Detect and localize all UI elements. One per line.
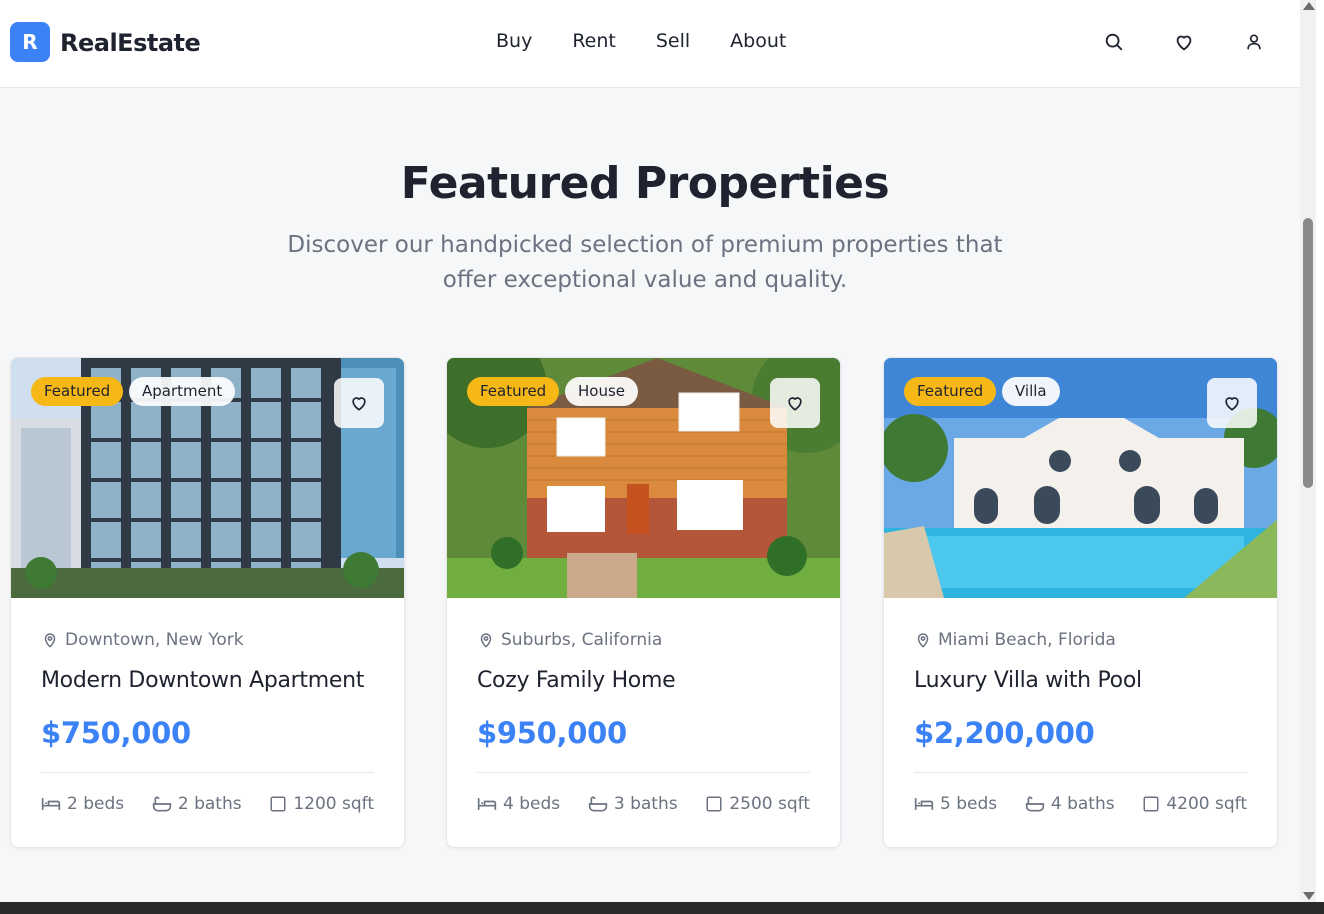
favorite-button[interactable] [770,378,820,428]
property-location: Suburbs, California [477,630,662,650]
beds-feature: 4 beds [477,794,560,814]
beds-count: 5 beds [940,794,998,814]
area-size: 4200 sqft [1166,794,1247,814]
heart-icon [1225,397,1239,411]
area-size: 1200 sqft [293,794,374,814]
property-type-badge: House [565,377,639,406]
property-card[interactable]: Featured Apartment Downtown, New York Mo… [10,357,405,848]
property-card[interactable]: Featured Villa Miami Beach, Florida Luxu… [883,357,1278,848]
bath-icon [152,796,172,812]
featured-badge: Featured [467,377,560,406]
property-location: Miami Beach, Florida [914,630,1116,650]
divider [914,772,1247,773]
heart-icon[interactable] [1171,29,1197,55]
featured-badge: Featured [904,377,997,406]
property-features: 4 beds 3 baths 2500 sqft [477,794,810,814]
scrollbar-thumb[interactable] [1303,218,1313,488]
square-icon [706,796,722,812]
beds-count: 2 beds [67,794,125,814]
location-text: Downtown, New York [65,630,244,650]
property-features: 5 beds 4 baths 4200 sqft [914,794,1247,814]
favorite-button[interactable] [334,378,384,428]
baths-count: 4 baths [1050,794,1115,814]
divider [477,772,810,773]
property-name[interactable]: Cozy Family Home [477,668,676,693]
area-feature: 1200 sqft [269,794,374,814]
baths-count: 2 baths [177,794,242,814]
map-pin-icon [44,633,56,648]
area-feature: 2500 sqft [705,794,810,814]
main-nav: Buy Rent Sell About [496,30,786,52]
beds-count: 4 beds [503,794,561,814]
featured-badge: Featured [31,377,124,406]
scroll-up-arrow[interactable] [1303,2,1315,10]
site-header: R RealEstate Buy Rent Sell About [0,0,1300,88]
map-pin-icon [917,633,929,648]
property-name[interactable]: Modern Downtown Apartment [41,668,364,693]
beds-feature: 2 beds [41,794,124,814]
vertical-scrollbar[interactable] [1300,0,1316,902]
brand-name[interactable]: RealEstate [60,29,201,57]
property-name[interactable]: Luxury Villa with Pool [914,668,1142,693]
logo-badge[interactable]: R [10,22,50,62]
property-location: Downtown, New York [41,630,244,650]
baths-count: 3 baths [613,794,678,814]
heart-icon [352,397,366,411]
bed-icon [914,798,934,810]
property-price: $950,000 [477,716,627,750]
nav-rent[interactable]: Rent [572,30,616,52]
area-size: 2500 sqft [729,794,810,814]
area-feature: 4200 sqft [1142,794,1247,814]
location-text: Suburbs, California [501,630,663,650]
beds-feature: 5 beds [914,794,997,814]
bed-icon [41,798,61,810]
map-pin-icon [480,633,492,648]
location-text: Miami Beach, Florida [938,630,1116,650]
property-type-badge: Villa [1002,377,1060,406]
section-subtitle: Discover our handpicked selection of pre… [287,232,1003,293]
divider [41,772,374,773]
property-card[interactable]: Featured House Suburbs, California Cozy … [446,357,841,848]
window-frame-right [1316,0,1324,914]
heart-icon [788,397,802,411]
scroll-down-arrow[interactable] [1303,892,1315,900]
baths-feature: 2 baths [152,794,242,814]
nav-sell[interactable]: Sell [656,30,690,52]
property-price: $750,000 [41,716,191,750]
baths-feature: 4 baths [1025,794,1115,814]
nav-about[interactable]: About [730,30,786,52]
property-features: 2 beds 2 baths 1200 sqft [41,794,374,814]
favorite-button[interactable] [1207,378,1257,428]
baths-feature: 3 baths [588,794,678,814]
property-type-badge: Apartment [129,377,236,406]
nav-buy[interactable]: Buy [496,30,532,52]
property-price: $2,200,000 [914,716,1095,750]
window-frame-bottom [0,902,1324,914]
search-icon[interactable] [1101,29,1127,55]
bath-icon [588,796,608,812]
section-title: Featured Properties [400,158,890,209]
bed-icon [477,798,497,810]
user-icon[interactable] [1241,29,1267,55]
square-icon [270,796,286,812]
bath-icon [1025,796,1045,812]
square-icon [1143,796,1159,812]
